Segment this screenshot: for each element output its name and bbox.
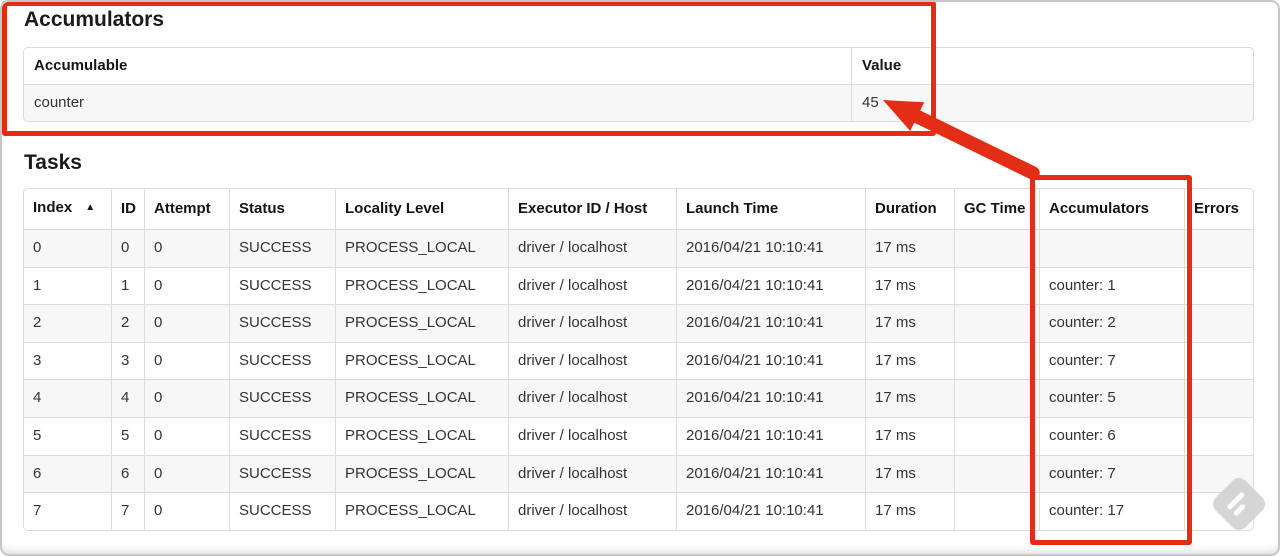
- table-cell: driver / localhost: [508, 229, 676, 267]
- column-header-executor-id-host[interactable]: Executor ID / Host: [508, 189, 676, 229]
- table-cell: SUCCESS: [229, 454, 335, 493]
- table-cell: SUCCESS: [229, 266, 335, 305]
- table-cell: 5: [24, 416, 111, 455]
- table-cell: 17 ms: [865, 379, 954, 417]
- table-cell: PROCESS_LOCAL: [335, 416, 508, 455]
- table-cell: 1: [111, 266, 144, 305]
- table-cell: [954, 454, 1039, 493]
- annotation-arrow-shaft: [908, 108, 1040, 180]
- table-cell: 0: [144, 266, 229, 305]
- table-cell: PROCESS_LOCAL: [335, 492, 508, 530]
- table-cell: 7: [111, 492, 144, 530]
- table-cell: 2016/04/21 10:10:41: [676, 304, 865, 342]
- table-cell: 6: [24, 454, 111, 493]
- table-cell: [954, 229, 1039, 267]
- table-cell: [1184, 304, 1253, 342]
- table-cell: 1: [24, 266, 111, 305]
- table-cell: driver / localhost: [508, 266, 676, 305]
- table-cell: 7: [24, 492, 111, 530]
- table-cell: PROCESS_LOCAL: [335, 341, 508, 380]
- table-cell: PROCESS_LOCAL: [335, 304, 508, 342]
- column-header-attempt[interactable]: Attempt: [144, 189, 229, 229]
- table-cell: 17 ms: [865, 492, 954, 530]
- table-cell: SUCCESS: [229, 229, 335, 267]
- table-cell: driver / localhost: [508, 379, 676, 417]
- table-cell: SUCCESS: [229, 304, 335, 342]
- table-cell: 2: [24, 304, 111, 342]
- column-header-gc-time[interactable]: GC Time: [954, 189, 1039, 229]
- table-cell: PROCESS_LOCAL: [335, 229, 508, 267]
- column-header-status[interactable]: Status: [229, 189, 335, 229]
- table-cell: 4: [24, 379, 111, 417]
- table-cell: SUCCESS: [229, 379, 335, 417]
- table-cell: 0: [24, 229, 111, 267]
- table-cell: 2016/04/21 10:10:41: [676, 416, 865, 455]
- table-cell: 0: [144, 229, 229, 267]
- column-header-duration[interactable]: Duration: [865, 189, 954, 229]
- annotation-arrow: [883, 100, 1040, 180]
- table-cell: PROCESS_LOCAL: [335, 266, 508, 305]
- spark-stage-page: Accumulators Accumulable Value counter 45…: [0, 0, 1280, 556]
- table-cell: 17 ms: [865, 454, 954, 493]
- table-cell: 17 ms: [865, 416, 954, 455]
- table-cell: [1184, 379, 1253, 417]
- table-cell: 3: [111, 341, 144, 380]
- table-cell: SUCCESS: [229, 492, 335, 530]
- table-cell: SUCCESS: [229, 341, 335, 380]
- table-cell: 0: [144, 304, 229, 342]
- table-cell: 2: [111, 304, 144, 342]
- table-cell: driver / localhost: [508, 492, 676, 530]
- tasks-section-heading: Tasks: [24, 151, 82, 174]
- table-cell: [954, 379, 1039, 417]
- column-header-id[interactable]: ID: [111, 189, 144, 229]
- column-header-launch-time[interactable]: Launch Time: [676, 189, 865, 229]
- table-cell: 17 ms: [865, 266, 954, 305]
- table-cell: 2016/04/21 10:10:41: [676, 492, 865, 530]
- table-cell: 2016/04/21 10:10:41: [676, 454, 865, 493]
- table-cell: 5: [111, 416, 144, 455]
- table-cell: driver / localhost: [508, 341, 676, 380]
- table-cell: [1184, 266, 1253, 305]
- table-cell: driver / localhost: [508, 304, 676, 342]
- table-cell: 17 ms: [865, 304, 954, 342]
- table-cell: 0: [144, 416, 229, 455]
- table-cell: driver / localhost: [508, 416, 676, 455]
- table-cell: [954, 341, 1039, 380]
- table-cell: 17 ms: [865, 341, 954, 380]
- table-cell: 3: [24, 341, 111, 380]
- table-cell: 2016/04/21 10:10:41: [676, 266, 865, 305]
- table-cell: SUCCESS: [229, 416, 335, 455]
- table-cell: 6: [111, 454, 144, 493]
- sort-ascending-icon: ▲: [85, 202, 96, 213]
- table-cell: [1184, 416, 1253, 455]
- highlight-box-accumulators-section: [2, 1, 936, 136]
- table-cell: [954, 492, 1039, 530]
- table-cell: 0: [144, 379, 229, 417]
- table-cell: PROCESS_LOCAL: [335, 379, 508, 417]
- table-cell: [1184, 229, 1253, 267]
- table-cell: PROCESS_LOCAL: [335, 454, 508, 493]
- table-cell: 4: [111, 379, 144, 417]
- column-header-locality-level[interactable]: Locality Level: [335, 189, 508, 229]
- table-cell: [954, 304, 1039, 342]
- table-cell: [954, 266, 1039, 305]
- table-cell: 17 ms: [865, 229, 954, 267]
- highlight-box-accumulators-column: [1030, 175, 1192, 545]
- table-cell: 0: [144, 492, 229, 530]
- table-cell: 2016/04/21 10:10:41: [676, 229, 865, 267]
- table-cell: driver / localhost: [508, 454, 676, 493]
- column-header-index-label: Index: [33, 199, 73, 216]
- table-cell: 2016/04/21 10:10:41: [676, 341, 865, 380]
- table-cell: [1184, 341, 1253, 380]
- table-cell: 0: [144, 454, 229, 493]
- column-header-errors[interactable]: Errors: [1184, 189, 1253, 229]
- table-cell: 0: [144, 341, 229, 380]
- table-cell: 2016/04/21 10:10:41: [676, 379, 865, 417]
- table-cell: 0: [111, 229, 144, 267]
- table-cell: [954, 416, 1039, 455]
- column-header-index[interactable]: Index ▲: [24, 189, 111, 229]
